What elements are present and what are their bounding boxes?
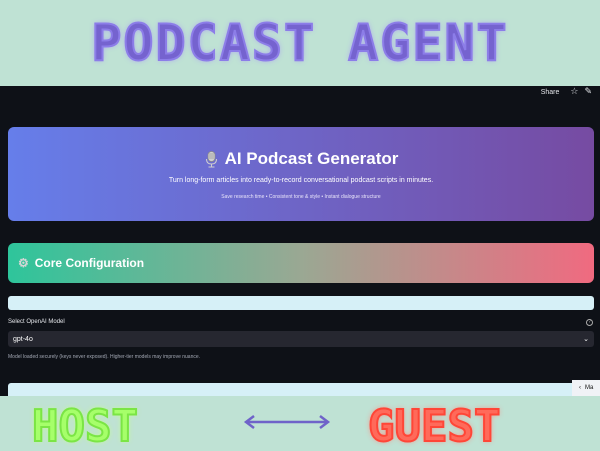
model-select-value: gpt-4o bbox=[13, 335, 33, 343]
sidebar-toggle-label: Ma bbox=[585, 385, 594, 391]
core-configuration-title: Core Configuration bbox=[34, 256, 145, 270]
hero-subtitle: Turn long-form articles into ready-to-re… bbox=[168, 177, 434, 184]
top-banner: PODCAST AGENT bbox=[0, 0, 600, 86]
star-icon[interactable]: ☆ bbox=[570, 87, 578, 97]
double-arrow-icon bbox=[243, 415, 331, 429]
core-configuration-header: ⚙ Core Configuration bbox=[8, 243, 594, 283]
hero-features: Save research time • Consistent tone & s… bbox=[221, 194, 381, 200]
help-icon[interactable]: ? bbox=[586, 319, 593, 326]
guest-label: GUEST bbox=[367, 400, 501, 451]
hero-card: AI Podcast Generator Turn long-form arti… bbox=[8, 127, 594, 221]
model-select[interactable]: gpt-4o ⌄ bbox=[8, 331, 594, 347]
model-select-label: Select OpenAI Model bbox=[8, 319, 65, 325]
model-help-text: Model loaded securely (keys never expose… bbox=[8, 354, 201, 360]
host-label: HOST bbox=[31, 400, 139, 451]
top-toolbar: Share ☆ ✎ bbox=[541, 86, 600, 98]
chevron-left-icon: ‹ bbox=[579, 385, 581, 391]
sidebar-toggle[interactable]: ‹ Ma bbox=[572, 380, 600, 396]
microphone-icon bbox=[205, 150, 217, 167]
edit-icon[interactable]: ✎ bbox=[584, 87, 592, 97]
info-bar-secondary bbox=[8, 383, 594, 396]
banner-title: PODCAST AGENT bbox=[90, 13, 509, 73]
info-bar bbox=[8, 296, 594, 310]
share-button[interactable]: Share bbox=[541, 89, 560, 96]
gear-icon: ⚙ bbox=[18, 256, 29, 270]
hero-title: AI Podcast Generator bbox=[224, 149, 399, 168]
app-window: Share ☆ ✎ AI Podcast Generator Turn long… bbox=[0, 86, 600, 396]
hero-title-row: AI Podcast Generator bbox=[8, 149, 594, 169]
chevron-down-icon: ⌄ bbox=[583, 336, 589, 343]
